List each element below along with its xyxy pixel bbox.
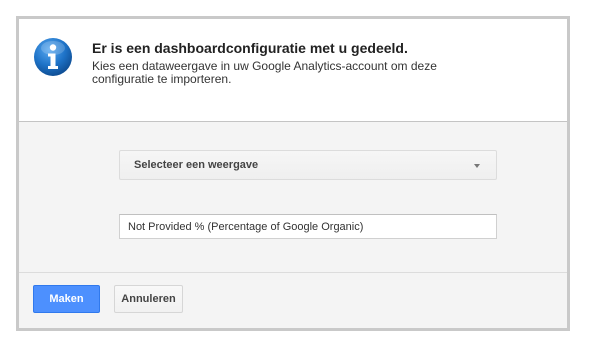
share-dashboard-dialog: Er is een dashboardconfiguratie met u ge… — [16, 16, 570, 331]
dialog-header: Er is een dashboardconfiguratie met u ge… — [19, 19, 567, 122]
dialog-body: Selecteer een weergave — [19, 122, 567, 272]
dialog-description: Kies een dataweergave in uw Google Analy… — [92, 59, 437, 86]
view-select-dropdown[interactable]: Selecteer een weergave — [119, 150, 497, 180]
configuration-name-input[interactable] — [119, 214, 497, 239]
create-button[interactable]: Maken — [33, 285, 100, 313]
dialog-footer: Maken Annuleren — [19, 272, 567, 328]
chevron-down-icon — [474, 164, 480, 168]
header-text: Er is een dashboardconfiguratie met u ge… — [92, 40, 547, 86]
view-select-label: Selecteer een weergave — [134, 159, 259, 171]
cancel-button[interactable]: Annuleren — [114, 285, 183, 313]
dialog-title: Er is een dashboardconfiguratie met u ge… — [92, 40, 408, 56]
info-icon — [33, 37, 73, 77]
